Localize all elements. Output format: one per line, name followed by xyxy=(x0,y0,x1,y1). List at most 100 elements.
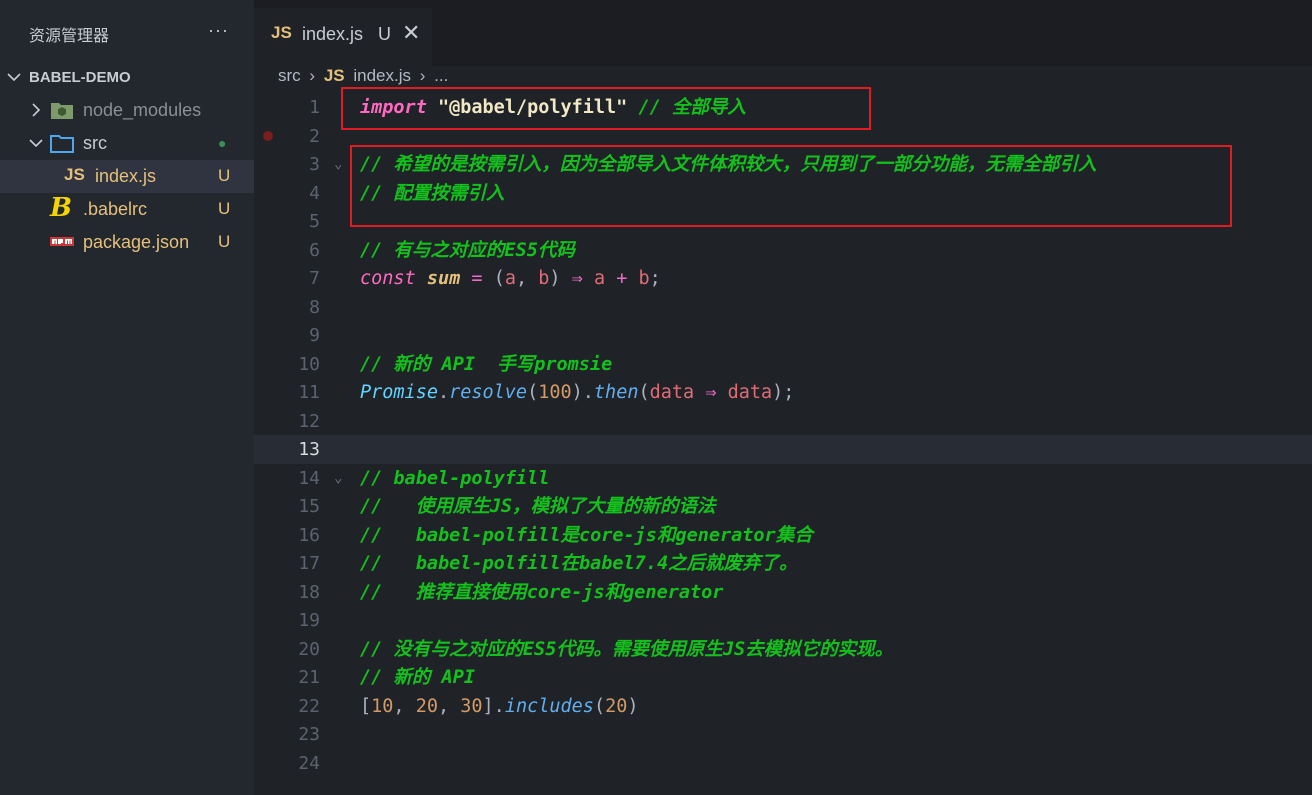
untracked-status: U xyxy=(218,232,231,251)
line-number: 13 xyxy=(298,439,320,460)
line-number: 7 xyxy=(309,268,320,289)
code-line: 6 // 有与之对应的ES5代码 xyxy=(254,236,1312,265)
tree-item-label: src xyxy=(83,133,107,153)
identifier: data xyxy=(727,382,773,403)
method: includes xyxy=(504,696,594,717)
keyword: const xyxy=(360,268,416,289)
line-number: 6 xyxy=(309,240,320,261)
code-line: 21 // 新的 API xyxy=(254,663,1312,692)
line-number: 3 xyxy=(309,154,320,175)
line-number: 16 xyxy=(298,525,320,546)
number: 20 xyxy=(605,696,628,717)
explorer-sidebar: 资源管理器 ··· BABEL-DEMO node_modules src ● … xyxy=(0,0,254,795)
untracked-status: U xyxy=(218,166,231,185)
more-actions-icon[interactable]: ··· xyxy=(208,20,229,41)
code-line: 9 xyxy=(254,321,1312,350)
fold-chevron-icon[interactable]: ⌄ xyxy=(334,464,342,493)
code-line: 11 Promise.resolve(100).then(data ⇒ data)… xyxy=(254,378,1312,407)
annotation-box-import xyxy=(341,87,871,130)
tree-item-label: .babelrc xyxy=(83,199,148,219)
number: 30 xyxy=(460,696,483,717)
line-number: 20 xyxy=(298,639,320,660)
operator: ⇒ xyxy=(705,382,717,403)
chevron-down-icon xyxy=(29,139,43,148)
chevron-right-icon: › xyxy=(419,66,426,85)
editor-tab-bar: JS index.js U ✕ xyxy=(254,0,1312,66)
identifier: b xyxy=(638,268,650,289)
code-line: 12 xyxy=(254,407,1312,436)
comment: // 新的 API 手写promsie xyxy=(360,354,613,375)
project-name: BABEL-DEMO xyxy=(29,69,131,86)
annotation-box-comment xyxy=(350,145,1232,227)
tree-item-node-modules[interactable]: node_modules xyxy=(0,94,254,127)
line-number: 11 xyxy=(298,382,320,403)
breadcrumb-file[interactable]: index.js xyxy=(353,66,411,85)
tree-item-package-json[interactable]: package.json U xyxy=(0,226,254,259)
line-number: 4 xyxy=(309,183,320,204)
code-line: 20 // 没有与之对应的ES5代码。需要使用原生JS去模拟它的实现。 xyxy=(254,635,1312,664)
comment: // 使用原生JS，模拟了大量的新的语法 xyxy=(360,496,716,517)
javascript-file-icon: JS xyxy=(323,66,345,85)
comment: // 推荐直接使用core-js和generator xyxy=(360,582,724,603)
code-line: 14 ⌄ // babel-polyfill xyxy=(254,464,1312,493)
code-line: 16 // babel-polfill是core-js和generator集合 xyxy=(254,521,1312,550)
code-line: 19 xyxy=(254,606,1312,635)
operator: ⇒ xyxy=(571,268,583,289)
line-number: 18 xyxy=(298,582,320,603)
line-number: 10 xyxy=(298,354,320,375)
folder-open-icon xyxy=(50,135,74,153)
line-number: 5 xyxy=(309,211,320,232)
code-line-current: 13 xyxy=(254,435,1312,464)
tree-item-src[interactable]: src ● xyxy=(0,127,254,160)
line-number: 12 xyxy=(298,411,320,432)
comment: // babel-polyfill xyxy=(360,468,550,489)
line-number: 21 xyxy=(298,667,320,688)
breadcrumb-more[interactable]: ... xyxy=(434,66,448,85)
code-line: 23 xyxy=(254,720,1312,749)
number: 20 xyxy=(415,696,438,717)
close-icon[interactable]: ✕ xyxy=(402,20,420,46)
comment: // 没有与之对应的ES5代码。需要使用原生JS去模拟它的实现。 xyxy=(360,639,894,660)
explorer-title: 资源管理器 xyxy=(29,28,110,45)
identifier: sum xyxy=(426,268,461,289)
chevron-right-icon xyxy=(32,103,41,117)
param: a xyxy=(504,268,516,289)
code-line: 15 // 使用原生JS，模拟了大量的新的语法 xyxy=(254,492,1312,521)
babel-icon: B xyxy=(50,193,72,223)
tree-item-babelrc[interactable]: B .babelrc U xyxy=(0,193,254,226)
breadcrumb-folder[interactable]: src xyxy=(278,66,301,85)
line-number: 15 xyxy=(298,496,320,517)
node-folder-icon xyxy=(51,103,73,119)
comment: // babel-polfill是core-js和generator集合 xyxy=(360,525,813,546)
line-number: 2 xyxy=(309,126,320,147)
line-number: 23 xyxy=(298,724,320,745)
chevron-down-icon xyxy=(7,73,21,82)
line-number: 1 xyxy=(309,97,320,118)
operator: = xyxy=(471,268,483,289)
code-line: 17 // babel-polfill在babel7.4之后就废弃了。 xyxy=(254,549,1312,578)
operator: + xyxy=(616,268,628,289)
project-root[interactable]: BABEL-DEMO xyxy=(0,61,254,94)
param: b xyxy=(538,268,550,289)
tab-label: index.js xyxy=(302,24,364,44)
fold-chevron-icon[interactable]: ⌄ xyxy=(334,150,342,179)
code-line: 7 const sum = (a, b) ⇒ a + b; xyxy=(254,264,1312,293)
line-number: 22 xyxy=(298,696,320,717)
line-number: 19 xyxy=(298,610,320,631)
npm-icon xyxy=(50,237,74,246)
tab-index-js[interactable]: JS index.js U ✕ xyxy=(254,8,432,66)
line-number: 14 xyxy=(298,468,320,489)
method: then xyxy=(593,382,639,403)
comment: // babel-polfill在babel7.4之后就废弃了。 xyxy=(360,553,798,574)
code-line: 8 xyxy=(254,293,1312,322)
line-number: 17 xyxy=(298,553,320,574)
javascript-file-icon: JS xyxy=(64,165,85,184)
tree-item-label: package.json xyxy=(83,232,190,252)
param: data xyxy=(649,382,695,403)
modified-dot-icon: ● xyxy=(218,135,227,151)
tree-item-label: index.js xyxy=(95,166,157,186)
method: resolve xyxy=(449,382,528,403)
javascript-file-icon: JS xyxy=(271,23,292,42)
tree-item-index-js[interactable]: JS index.js U xyxy=(0,160,254,193)
chevron-right-icon: › xyxy=(309,66,316,85)
